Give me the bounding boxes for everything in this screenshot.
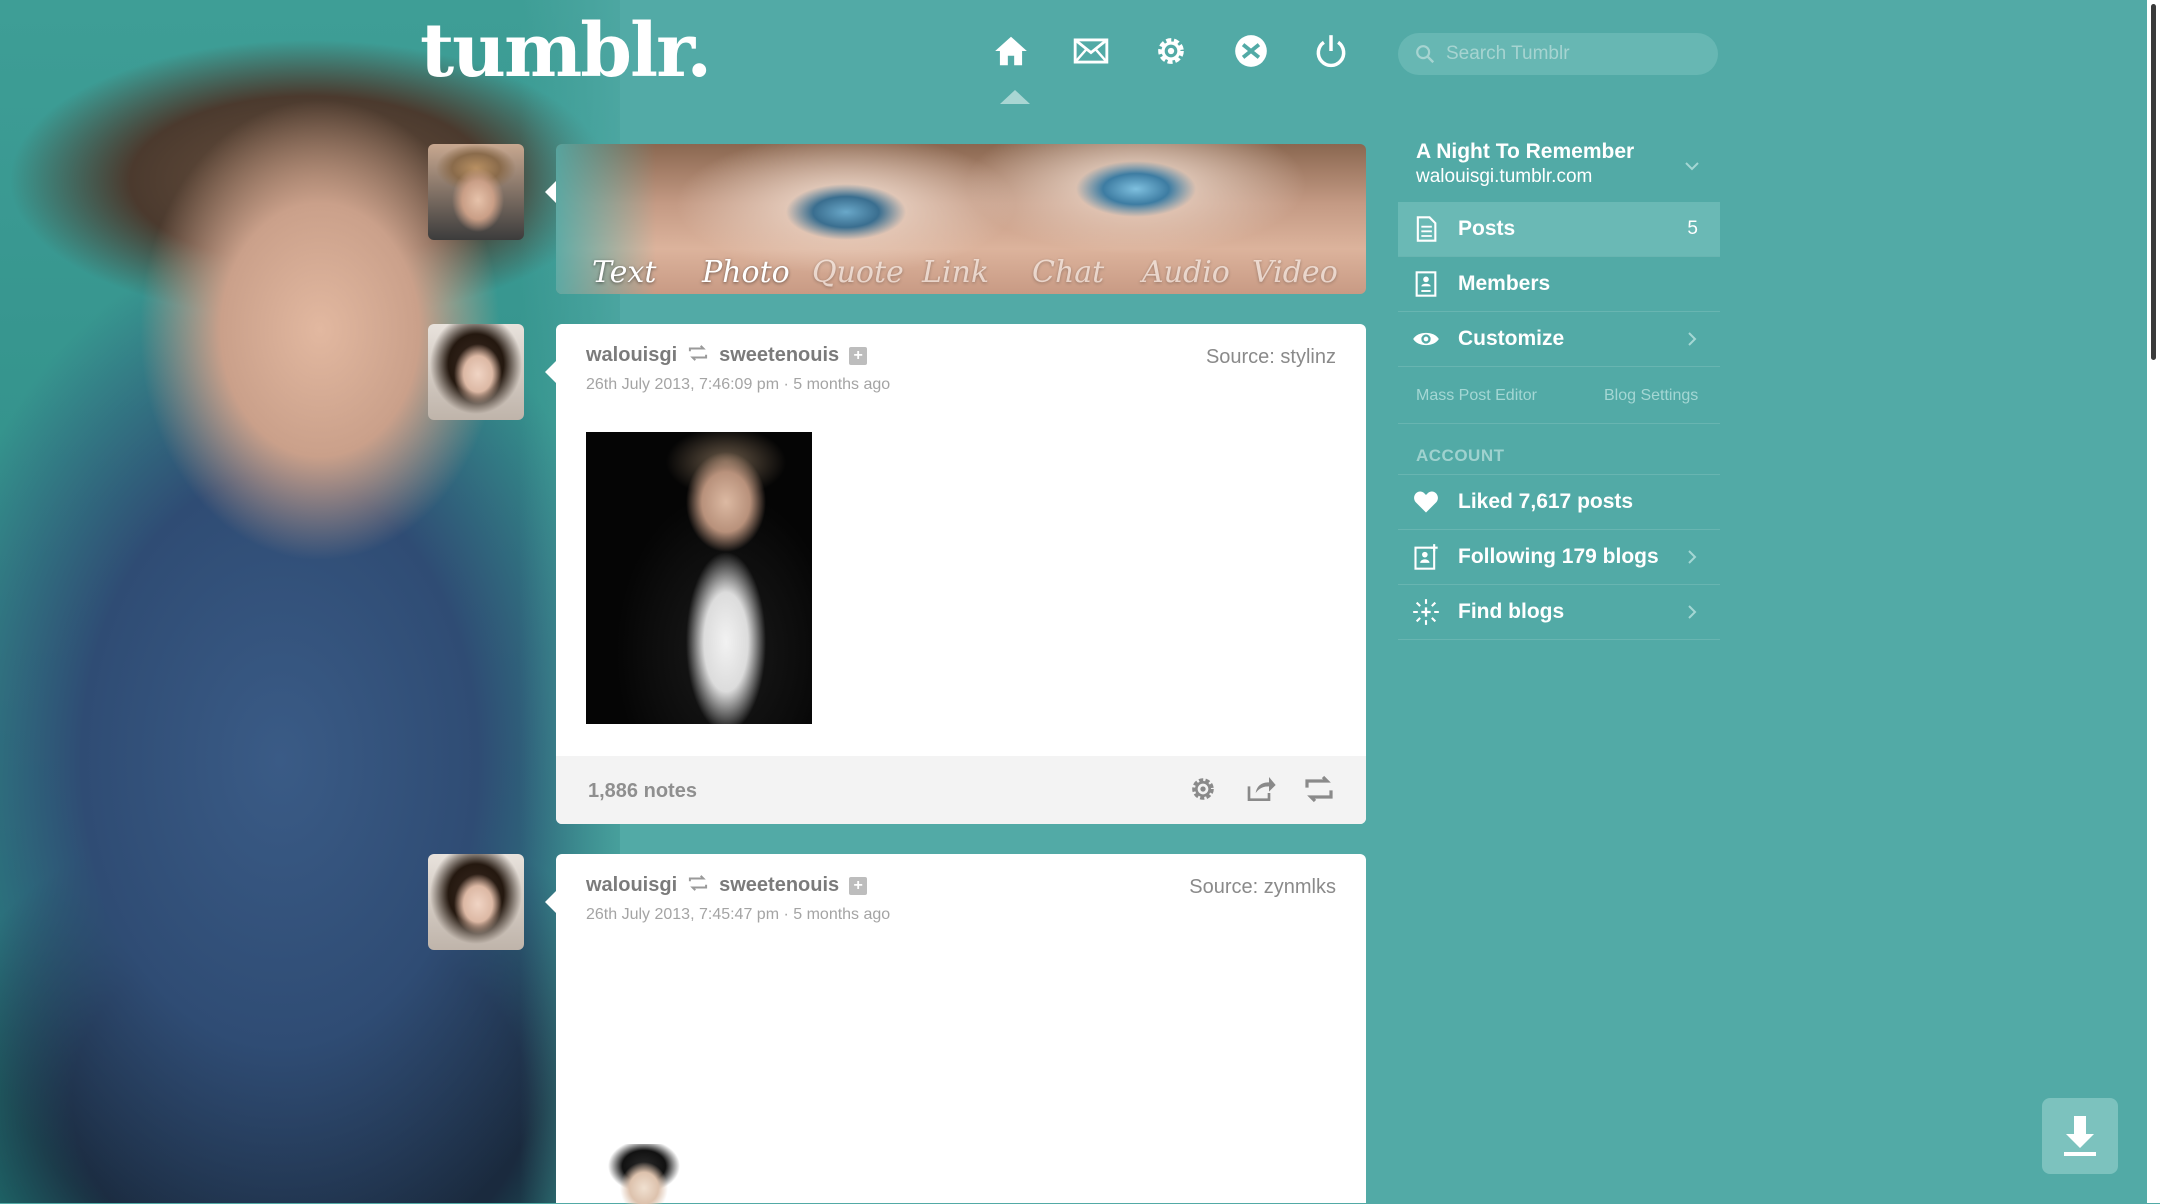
post-type-text[interactable]: Text	[592, 255, 702, 290]
sidebar-item-label: Find blogs	[1458, 600, 1565, 623]
post-avatar[interactable]	[428, 854, 524, 950]
post-type-bar: Text Photo Quote Link Chat Audio Video	[556, 144, 1366, 294]
reblogged-from[interactable]: sweetenouis	[719, 874, 839, 897]
post-type-chat[interactable]: Chat	[1032, 255, 1142, 290]
search-icon	[1414, 43, 1436, 65]
download-icon	[2064, 1116, 2096, 1156]
avatar-pointer	[545, 361, 556, 383]
scrollbar[interactable]	[2147, 0, 2160, 1203]
avatar-pointer	[545, 181, 556, 203]
post-source[interactable]: Source: stylinz	[1206, 346, 1336, 369]
blog-links: Mass Post Editor Blog Settings	[1398, 367, 1720, 424]
find-blogs-icon	[1412, 598, 1440, 626]
notes-count[interactable]: 1,886 notes	[588, 780, 697, 803]
mail-icon[interactable]	[1070, 30, 1112, 72]
own-avatar[interactable]	[428, 144, 524, 240]
eye-icon	[1412, 325, 1440, 353]
sidebar-item-label: Following 179 blogs	[1458, 545, 1659, 568]
sidebar-item-following[interactable]: Following 179 blogs	[1398, 530, 1720, 585]
blog-settings-link[interactable]: Blog Settings	[1604, 387, 1698, 405]
post-settings-icon[interactable]	[1186, 772, 1220, 806]
sidebar-item-posts[interactable]: Posts 5	[1398, 202, 1720, 257]
mass-post-editor-link[interactable]: Mass Post Editor	[1416, 387, 1537, 405]
follow-plus-icon[interactable]: +	[849, 346, 868, 365]
post-avatar[interactable]	[428, 324, 524, 420]
post-date[interactable]: 26th July 2013, 7:45:47 pm · 5 months ag…	[586, 906, 890, 924]
sidebar-item-label: Posts	[1458, 217, 1516, 240]
sidebar-item-find-blogs[interactable]: Find blogs	[1398, 585, 1720, 640]
chevron-right-icon	[1688, 605, 1697, 619]
post-footer: 1,886 notes	[556, 756, 1366, 824]
search-box[interactable]	[1398, 33, 1718, 75]
blog-url[interactable]: walouisgi.tumblr.com	[1416, 166, 1592, 188]
blog-switcher[interactable]: A Night To Remember walouisgi.tumblr.com	[1398, 136, 1720, 202]
account-heading: ACCOUNT	[1398, 424, 1720, 475]
heart-icon	[1412, 488, 1440, 516]
post-type-video[interactable]: Video	[1252, 255, 1362, 290]
reblog-icon	[687, 874, 709, 897]
post-type-photo[interactable]: Photo	[702, 255, 812, 290]
post-photo[interactable]	[606, 1144, 682, 1204]
post-date[interactable]: 26th July 2013, 7:46:09 pm · 5 months ag…	[586, 376, 890, 394]
scrollbar-thumb[interactable]	[2151, 4, 2156, 360]
search-input[interactable]	[1444, 42, 1718, 66]
share-icon[interactable]	[1244, 772, 1278, 806]
top-nav	[990, 30, 1352, 72]
sidebar-item-label: Members	[1458, 272, 1551, 295]
post-author[interactable]: walouisgi	[586, 874, 677, 897]
post-photo[interactable]	[586, 432, 812, 724]
post-type-link[interactable]: Link	[922, 255, 1032, 290]
chevron-down-icon[interactable]	[1684, 158, 1700, 174]
avatar-pointer	[545, 891, 556, 913]
home-icon[interactable]	[990, 30, 1032, 72]
gear-icon[interactable]	[1150, 30, 1192, 72]
post-card: walouisgi sweetenouis + 26th July 2013, …	[556, 324, 1366, 824]
post-author[interactable]: walouisgi	[586, 344, 677, 367]
posts-icon	[1412, 215, 1440, 243]
download-button[interactable]	[2042, 1098, 2118, 1174]
post-card: walouisgi sweetenouis + 26th July 2013, …	[556, 854, 1366, 1204]
post-type-quote[interactable]: Quote	[812, 255, 922, 290]
chevron-right-icon	[1688, 550, 1697, 564]
active-nav-indicator	[1000, 90, 1030, 104]
reblog-icon	[687, 344, 709, 367]
sidebar: A Night To Remember walouisgi.tumblr.com…	[1398, 136, 1720, 640]
reblogged-from[interactable]: sweetenouis	[719, 344, 839, 367]
sidebar-item-members[interactable]: Members	[1398, 257, 1720, 312]
sidebar-item-label: Customize	[1458, 327, 1565, 350]
xkit-icon[interactable]	[1230, 30, 1272, 72]
posts-count: 5	[1687, 218, 1698, 239]
following-icon	[1412, 543, 1440, 571]
members-icon	[1412, 270, 1440, 298]
blog-title[interactable]: A Night To Remember	[1416, 140, 1634, 164]
post-type-audio[interactable]: Audio	[1142, 255, 1252, 290]
reblog-button-icon[interactable]	[1302, 772, 1336, 806]
chevron-right-icon	[1688, 332, 1697, 346]
sidebar-item-label: Liked 7,617 posts	[1458, 490, 1634, 513]
follow-plus-icon[interactable]: +	[849, 876, 868, 895]
tumblr-logo[interactable]: tumblr.	[420, 8, 712, 94]
sidebar-item-customize[interactable]: Customize	[1398, 312, 1720, 367]
power-icon[interactable]	[1310, 30, 1352, 72]
sidebar-item-liked[interactable]: Liked 7,617 posts	[1398, 475, 1720, 530]
post-source[interactable]: Source: zynmlks	[1189, 876, 1336, 899]
